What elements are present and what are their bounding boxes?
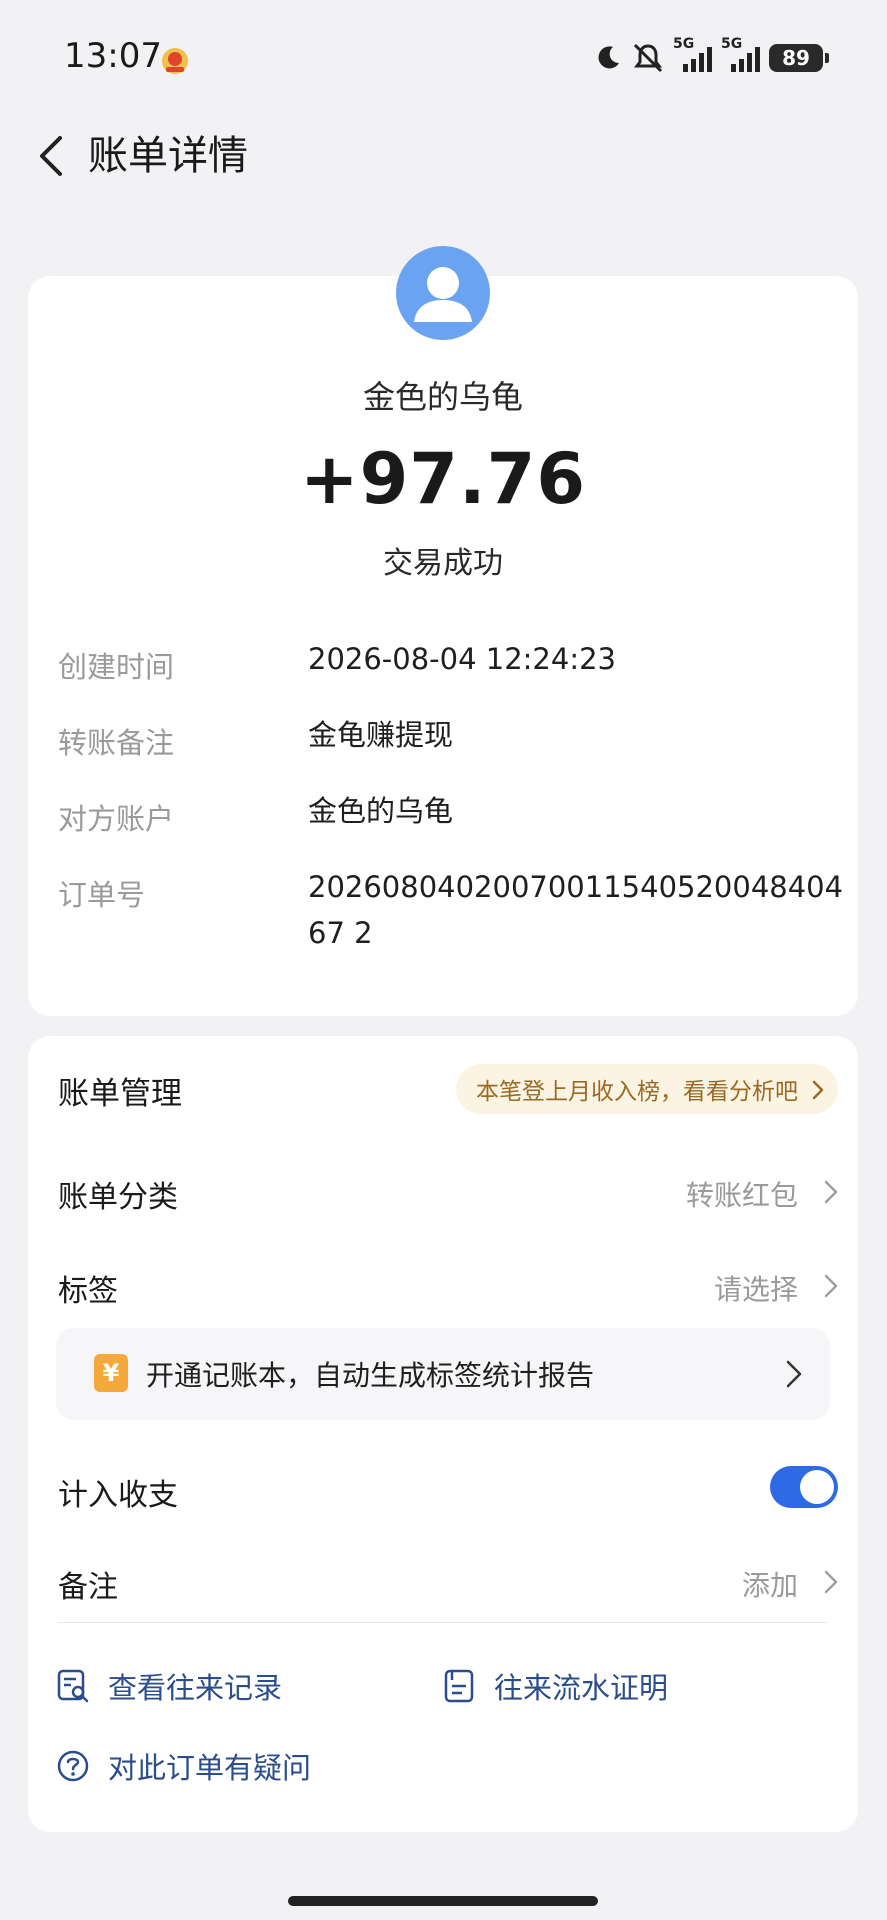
bill-category-row[interactable]: 账单分类 转账红包 — [58, 1162, 838, 1222]
link-label: 查看往来记录 — [108, 1671, 283, 1705]
chevron-right-icon — [786, 1360, 802, 1388]
include-in-budget-row: 计入收支 — [58, 1460, 838, 1520]
mute-bell-icon — [633, 43, 663, 73]
bill-summary-card: 金色的乌龟 +97.76 交易成功 创建时间 2026-08-04 12:24:… — [28, 246, 858, 1016]
transaction-status: 交易成功 — [383, 546, 503, 581]
detail-value: 2026-08-04 12:24:23 — [308, 642, 616, 676]
battery-level: 89 — [782, 46, 810, 70]
detail-label: 对方账户 — [58, 802, 175, 836]
row-value: 请选择 — [713, 1273, 798, 1306]
document-icon — [444, 1669, 474, 1703]
banner-text: 开通记账本，自动生成标签统计报告 — [146, 1359, 595, 1392]
app-badge-icon — [162, 48, 188, 74]
bill-management-card: 账单管理 本笔登上月收入榜，看看分析吧 账单分类 转账红包 标签 请选择 ¥ 开… — [28, 1036, 858, 1832]
divider — [58, 1622, 828, 1623]
chevron-right-icon — [812, 1080, 824, 1100]
row-value: 转账红包 — [685, 1179, 798, 1212]
coupon-yen-icon: ¥ — [94, 1354, 128, 1392]
row-label: 备注 — [58, 1570, 118, 1605]
order-question-link[interactable]: 对此订单有疑问 — [56, 1742, 311, 1790]
income-ranking-promo[interactable]: 本笔登上月收入榜，看看分析吧 — [456, 1064, 838, 1114]
chevron-right-icon — [824, 1274, 838, 1298]
page-title: 账单详情 — [88, 133, 248, 179]
status-bar: 13:07 5G 5G 89 — [0, 0, 887, 120]
ledger-promo-banner[interactable]: ¥ 开通记账本，自动生成标签统计报告 — [56, 1328, 830, 1420]
signal-2: 5G — [721, 36, 761, 74]
battery-indicator: 89 — [769, 44, 829, 72]
back-button[interactable] — [24, 130, 76, 182]
nav-bar: 账单详情 — [0, 120, 887, 192]
question-circle-icon — [57, 1750, 89, 1782]
chevron-left-icon — [40, 136, 62, 176]
record-search-icon — [57, 1669, 89, 1703]
status-time: 13:07 — [64, 36, 162, 76]
link-label: 往来流水证明 — [494, 1671, 669, 1705]
detail-value: 金龟赚提现 — [308, 718, 454, 752]
chevron-right-icon — [824, 1180, 838, 1204]
detail-label: 转账备注 — [58, 726, 175, 760]
view-history-link[interactable]: 查看往来记录 — [56, 1662, 282, 1710]
link-label: 对此订单有疑问 — [108, 1751, 312, 1785]
include-in-budget-toggle[interactable] — [770, 1466, 838, 1508]
row-label: 账单分类 — [58, 1180, 178, 1215]
user-icon — [414, 267, 472, 322]
signal-1: 5G — [673, 36, 713, 74]
tag-row[interactable]: 标签 请选择 — [58, 1256, 838, 1316]
promo-text: 本笔登上月收入榜，看看分析吧 — [476, 1079, 798, 1105]
statement-proof-link[interactable]: 往来流水证明 — [442, 1662, 668, 1710]
status-icons: 5G 5G 89 — [593, 36, 829, 76]
transaction-amount: +97.76 — [299, 438, 587, 520]
chevron-right-icon — [824, 1570, 838, 1594]
detail-label: 订单号 — [58, 878, 146, 912]
note-row[interactable]: 备注 添加 — [58, 1552, 838, 1612]
detail-value: 金色的乌龟 — [308, 794, 454, 828]
payee-name: 金色的乌龟 — [362, 378, 523, 416]
moon-icon — [598, 46, 619, 69]
detail-label: 创建时间 — [58, 650, 175, 684]
row-label: 计入收支 — [58, 1478, 178, 1513]
row-label: 标签 — [58, 1274, 118, 1309]
row-value: 添加 — [741, 1569, 798, 1602]
order-number[interactable]: 2026080402007001154052004840467 2 — [308, 864, 853, 956]
home-indicator[interactable] — [288, 1896, 598, 1906]
section-title: 账单管理 — [58, 1076, 182, 1112]
avatar — [396, 246, 490, 340]
